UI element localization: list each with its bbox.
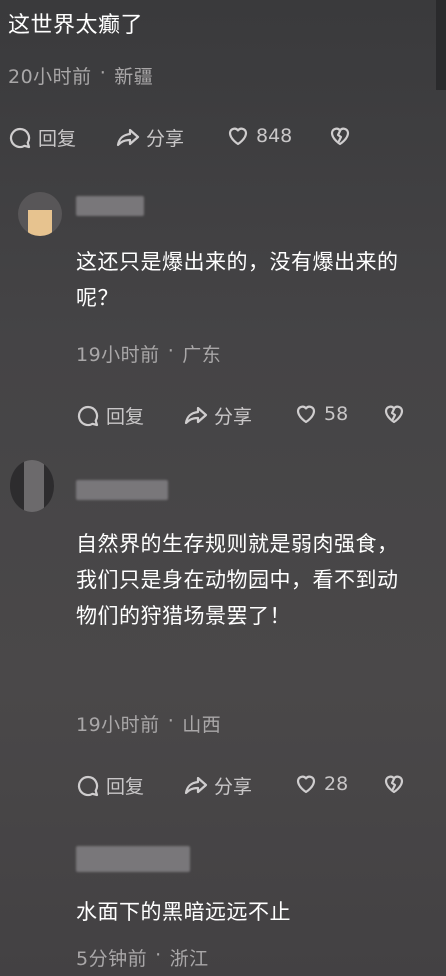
share-button[interactable]: 分享 bbox=[184, 772, 252, 799]
username-blurred[interactable] bbox=[76, 196, 144, 216]
share-arrow-icon bbox=[184, 404, 208, 428]
heart-icon bbox=[294, 772, 318, 796]
like-button[interactable]: 28 bbox=[294, 772, 348, 796]
reply-label: 回复 bbox=[38, 128, 77, 150]
reply-button[interactable]: 回复 bbox=[76, 772, 144, 799]
comment-bubble-icon bbox=[76, 774, 100, 798]
share-arrow-icon bbox=[184, 774, 208, 798]
share-arrow-icon bbox=[116, 126, 140, 150]
comment-meta: 19小时前 · 广东 bbox=[76, 340, 221, 367]
comment-text: 水面下的黑暗远远不止 bbox=[76, 900, 291, 924]
dislike-button[interactable] bbox=[328, 124, 352, 148]
username-blurred[interactable] bbox=[76, 846, 190, 872]
reply-button[interactable]: 回复 bbox=[76, 402, 144, 429]
meta-separator: · bbox=[167, 340, 175, 362]
comment-text: 这世界太癫了 bbox=[8, 13, 144, 38]
comment-text: 自然界的生存规则就是弱肉强食，我们只是身在动物园中，看不到动物们的狩猎场景罢了！ bbox=[76, 532, 399, 628]
username-blurred[interactable] bbox=[76, 480, 168, 500]
meta-separator: · bbox=[155, 944, 162, 966]
comment-bubble-icon bbox=[8, 126, 32, 150]
comment-time: 19小时前 bbox=[76, 344, 160, 366]
comment-text: 这还只是爆出来的，没有爆出来的呢？ bbox=[76, 250, 399, 310]
comment-meta: 5分钟前 · 浙江 bbox=[76, 944, 209, 971]
comment-time: 19小时前 bbox=[76, 714, 160, 736]
broken-heart-icon bbox=[382, 772, 406, 796]
comment-region: 广东 bbox=[182, 344, 222, 366]
reply-label: 回复 bbox=[106, 776, 145, 798]
like-count: 28 bbox=[324, 773, 349, 795]
dislike-button[interactable] bbox=[382, 402, 406, 426]
comment-meta: 19小时前 · 山西 bbox=[76, 710, 221, 737]
avatar[interactable] bbox=[18, 192, 62, 236]
comment-meta: 20小时前 · 新疆 bbox=[8, 62, 153, 89]
dislike-button[interactable] bbox=[382, 772, 406, 796]
heart-icon bbox=[226, 124, 250, 148]
share-button[interactable]: 分享 bbox=[184, 402, 252, 429]
comment-region: 浙江 bbox=[169, 948, 209, 970]
reply-button[interactable]: 回复 bbox=[8, 124, 76, 151]
meta-separator: · bbox=[167, 710, 175, 732]
broken-heart-icon bbox=[382, 402, 406, 426]
share-label: 分享 bbox=[214, 776, 253, 798]
comment-time: 20小时前 bbox=[8, 66, 92, 88]
heart-icon bbox=[294, 402, 318, 426]
comment-time: 5分钟前 bbox=[76, 948, 148, 970]
comment-region: 新疆 bbox=[114, 66, 154, 88]
reply-label: 回复 bbox=[106, 406, 145, 428]
comment-region: 山西 bbox=[182, 714, 222, 736]
like-button[interactable]: 58 bbox=[294, 402, 348, 426]
share-button[interactable]: 分享 bbox=[116, 124, 184, 151]
avatar[interactable] bbox=[10, 460, 54, 512]
scrollbar[interactable] bbox=[436, 0, 446, 90]
like-button[interactable]: 848 bbox=[226, 124, 292, 148]
broken-heart-icon bbox=[328, 124, 352, 148]
comment-bubble-icon bbox=[76, 404, 100, 428]
like-count: 848 bbox=[256, 125, 293, 147]
meta-separator: · bbox=[99, 62, 107, 84]
share-label: 分享 bbox=[214, 406, 253, 428]
share-label: 分享 bbox=[146, 128, 185, 150]
like-count: 58 bbox=[324, 403, 349, 425]
